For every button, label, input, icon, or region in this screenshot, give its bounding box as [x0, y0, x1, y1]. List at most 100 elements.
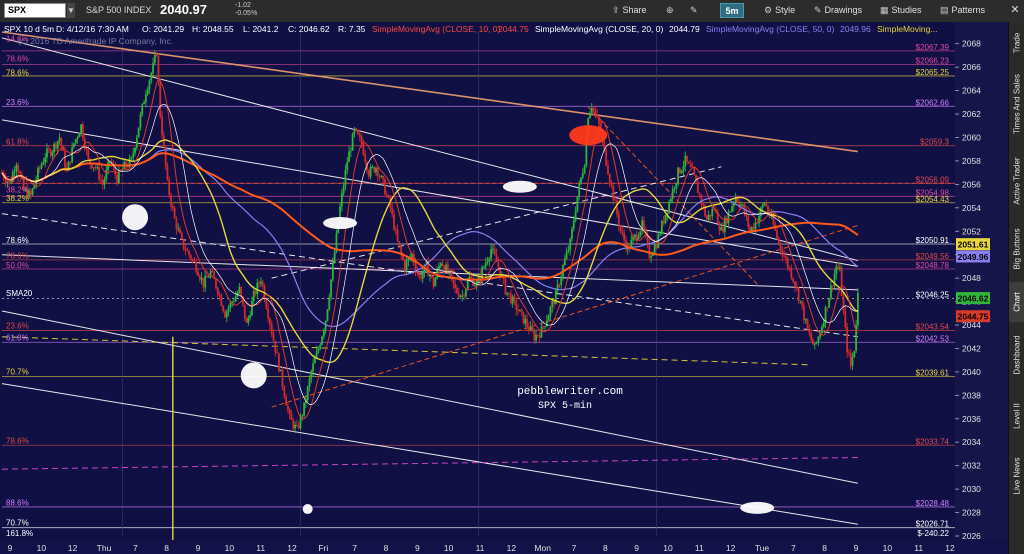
price-bar-body — [353, 128, 356, 134]
price-bar-body — [292, 419, 295, 429]
sidebar-tab-live-news[interactable]: Live News — [1009, 446, 1024, 506]
right-level-label: $2059.3 — [920, 138, 949, 147]
price-bar-body — [661, 221, 663, 234]
x-tick-label: Fri — [318, 543, 328, 553]
price-bar-body — [308, 378, 311, 387]
y-tick-label: 2034 — [962, 437, 981, 447]
price-bar-body — [709, 214, 712, 217]
sidebar-tab-big-buttons[interactable]: Big Buttons — [1009, 218, 1024, 280]
price-bar-body — [375, 167, 377, 173]
left-level-label: 78.6% — [6, 69, 29, 78]
price-bar-body — [310, 371, 313, 379]
sidebar-tab-dashboard[interactable]: Dashboard — [1009, 324, 1024, 386]
x-tick-label: Tue — [755, 543, 770, 553]
studies-label: Studies — [891, 5, 922, 15]
price-bar-body — [849, 353, 852, 366]
symbol-dropdown-icon[interactable]: ▼ — [67, 3, 75, 18]
studies-button[interactable]: ▦ Studies — [880, 2, 922, 19]
price-bar-body — [315, 351, 318, 359]
drawings-button[interactable]: ✎ Drawings — [814, 2, 862, 19]
price-bar-body — [687, 161, 690, 164]
y-tick-label: 2036 — [962, 414, 981, 424]
price-bar-body — [215, 279, 217, 289]
price-bar-body — [37, 167, 39, 180]
timeframe-selector[interactable]: 5m — [720, 3, 744, 18]
x-tick-label: 7 — [791, 543, 796, 553]
price-bar-body — [529, 326, 532, 331]
current-value-tag-text: 2046.62 — [958, 294, 989, 304]
price-bar-body — [227, 307, 230, 312]
price-bar-body — [182, 238, 185, 249]
sidebar-tab-times-and-sales[interactable]: Times And Sales — [1009, 64, 1024, 144]
symbol-input[interactable]: SPX — [4, 3, 66, 18]
x-tick-label: 8 — [384, 543, 389, 553]
drawing-tool-button[interactable]: ✎ — [690, 2, 701, 19]
price-bar-body — [439, 263, 442, 266]
y-tick-label: 2060 — [962, 132, 981, 142]
price-bar-body — [484, 262, 487, 267]
price-bar-body — [794, 281, 796, 287]
price-bar-body — [470, 276, 473, 279]
y-tick-label: 2026 — [962, 531, 981, 541]
price-bar-body — [659, 233, 662, 235]
patterns-label: Patterns — [951, 5, 986, 15]
sidebar-tab-level-ii[interactable]: Level II — [1009, 388, 1024, 444]
price-bar-body — [725, 217, 728, 224]
price-bar-body — [357, 130, 359, 135]
price-bar-body — [13, 171, 16, 173]
price-bar-body — [844, 311, 847, 327]
price-bar-body — [700, 195, 703, 205]
drawings-label: Drawings — [824, 5, 863, 15]
sidebar-tab-active-trader[interactable]: Active Trader — [1009, 146, 1024, 216]
close-icon[interactable]: ✕ — [1008, 3, 1022, 18]
price-bar-body — [285, 396, 288, 406]
price-bar-body — [139, 114, 142, 128]
price-bar-body — [792, 278, 795, 282]
share-button[interactable]: ⇪ Share — [612, 2, 647, 19]
price-bar-body — [283, 386, 286, 397]
sidebar-tab-chart[interactable]: Chart — [1009, 282, 1024, 322]
price-bar-body — [634, 234, 636, 237]
style-button[interactable]: ⚙ Style — [764, 2, 795, 19]
price-bar-body — [29, 190, 32, 196]
price-bar-body — [267, 308, 270, 319]
price-bar-body — [533, 331, 536, 341]
price-bar-body — [443, 266, 446, 272]
price-bar-body — [342, 185, 345, 194]
price-bar-body — [193, 259, 196, 262]
price-bar-body — [46, 148, 48, 158]
price-bar-body — [394, 229, 397, 231]
price-bar-body — [673, 188, 676, 190]
sidebar-tab-label: Live News — [1012, 457, 1022, 495]
price-bar-body — [53, 143, 56, 153]
price-bar-body — [643, 220, 645, 231]
price-bar-body — [686, 155, 688, 162]
price-bar-body — [396, 229, 399, 242]
price-bar-body — [788, 267, 791, 269]
price-bar-body — [281, 369, 284, 387]
price-bar-body — [161, 116, 163, 136]
price-bar-body — [340, 193, 343, 207]
zoom-button[interactable]: ⊕ — [666, 2, 677, 19]
price-bar-body — [240, 286, 243, 297]
price-chart[interactable]: SPX 10 d 5m D: 4/12/16 7:30 AM O: 2041.29 H… — [0, 22, 1008, 554]
patterns-button[interactable]: ▤ Patterns — [940, 2, 985, 19]
x-tick-label: 10 — [883, 543, 893, 553]
price-bar-body — [702, 204, 705, 206]
price-bar-body — [508, 292, 510, 294]
price-bar-body — [38, 167, 41, 169]
x-tick-label: Mon — [534, 543, 551, 553]
price-bar-body — [511, 296, 514, 304]
left-level-label: 70.7% — [6, 519, 29, 528]
price-bar-body — [540, 326, 543, 338]
left-level-label: 61.8% — [6, 333, 29, 342]
sidebar-tab-trade[interactable]: Trade — [1009, 24, 1024, 62]
price-bar-body — [157, 56, 160, 81]
price-bar-body — [349, 150, 352, 152]
price-bar-body — [432, 276, 435, 287]
price-bar-body — [297, 425, 300, 429]
price-bar-body — [655, 244, 658, 249]
price-bar-body — [598, 117, 600, 125]
price-bar-body — [362, 143, 365, 155]
price-bar-body — [574, 211, 577, 221]
